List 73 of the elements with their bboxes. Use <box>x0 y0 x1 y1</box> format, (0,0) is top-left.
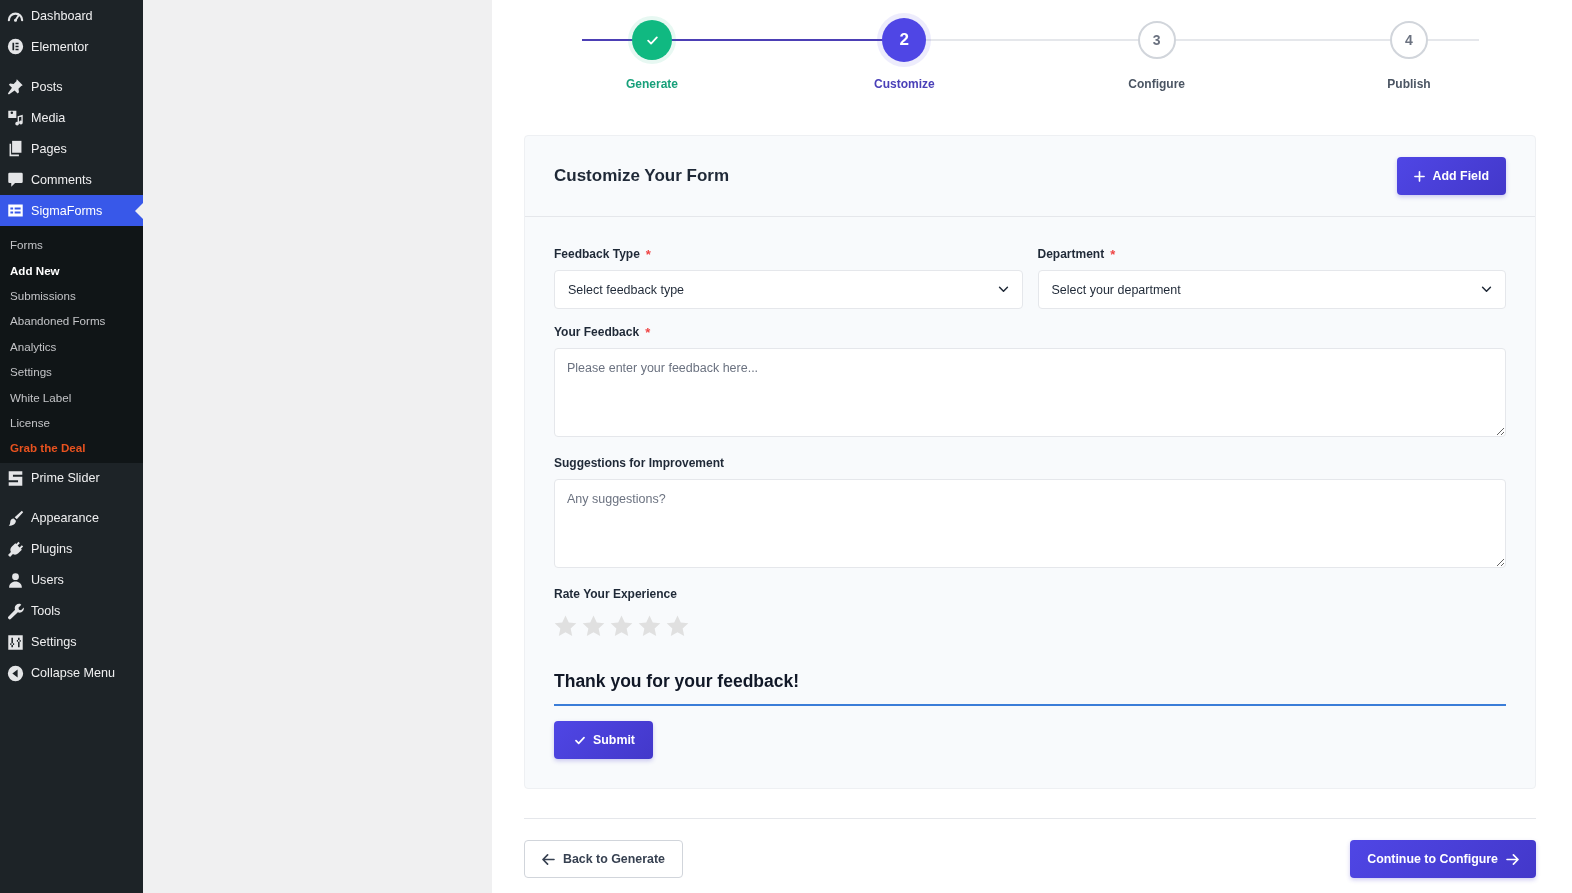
submenu-item[interactable]: Forms <box>0 232 143 258</box>
star-icon <box>610 615 633 637</box>
menu-item[interactable]: Tools <box>0 595 143 627</box>
speech-bubble-icon <box>7 171 24 188</box>
submenu-item[interactable]: Abandoned Forms <box>0 308 143 334</box>
submenu-item[interactable]: Submissions <box>0 282 143 309</box>
block-s-icon <box>7 469 24 487</box>
submenu-item[interactable]: White Label <box>0 384 143 410</box>
menu-item[interactable]: Pages <box>0 133 143 164</box>
field-label: Your Feedback <box>554 325 640 339</box>
pushpin-icon <box>7 78 24 95</box>
field-label: Department <box>1037 247 1105 261</box>
submenu-item[interactable]: License <box>0 409 143 436</box>
pointer-icon <box>135 203 143 219</box>
menu-item[interactable]: Posts <box>0 71 143 102</box>
back-button[interactable]: Back to Generate <box>524 840 683 878</box>
step-label: Configure <box>1128 76 1185 92</box>
menu-item[interactable]: Collapse Menu <box>0 657 143 689</box>
submenu-item[interactable]: Grab the Deal <box>0 435 143 461</box>
step-label: Customize <box>874 76 935 92</box>
star-icon <box>582 615 605 637</box>
arrow-right-icon <box>1506 853 1519 865</box>
menu-item[interactable]: Plugins <box>0 533 143 565</box>
star-icon <box>638 615 661 637</box>
wrench-icon <box>7 602 24 620</box>
field-label: Suggestions for Improvement <box>554 456 725 470</box>
submenu-item[interactable]: Settings <box>0 358 143 385</box>
chevron-down-icon <box>1481 286 1492 293</box>
field-label: Feedback Type <box>554 247 640 261</box>
documents-icon <box>7 140 24 157</box>
menu-item[interactable]: Media <box>0 102 143 133</box>
textarea-field[interactable]: Any suggestions? <box>554 479 1506 568</box>
step-circle: 2 <box>882 18 927 62</box>
menu-item[interactable]: Elementor <box>0 31 143 62</box>
card-title: Customize Your Form <box>554 166 730 186</box>
textarea-field[interactable]: Please enter your feedback here... <box>554 348 1506 437</box>
field-label: Rate Your Experience <box>554 587 677 601</box>
menu-item[interactable]: Appearance <box>0 502 143 534</box>
plus-icon <box>1413 170 1425 182</box>
select-field[interactable]: Select feedback type <box>554 270 1023 309</box>
step-label: Generate <box>626 76 678 92</box>
menu-item[interactable]: Users <box>0 564 143 596</box>
form-icon <box>7 202 24 219</box>
form-heading: Thank you for your feedback! <box>554 670 801 693</box>
required-mark: * <box>1110 246 1116 262</box>
select-field[interactable]: Select your department <box>1037 270 1506 309</box>
add-field-button[interactable]: Add Field <box>1396 157 1506 195</box>
submenu-item[interactable]: Analytics <box>0 333 143 359</box>
check-icon <box>575 735 585 745</box>
arrow-left-icon <box>542 853 555 865</box>
step-circle: 4 <box>1390 21 1428 59</box>
submenu-item[interactable]: Add New <box>0 257 143 283</box>
required-mark: * <box>645 246 651 262</box>
menu-item[interactable]: Comments <box>0 164 143 195</box>
menu-item[interactable]: Settings <box>0 626 143 658</box>
menu-item[interactable]: Prime Slider <box>0 462 143 494</box>
star-icon <box>554 615 577 637</box>
continue-button[interactable]: Continue to Configure <box>1350 840 1536 878</box>
menu-item[interactable]: SigmaForms <box>0 195 143 226</box>
check-icon <box>646 35 658 45</box>
star-icon <box>666 615 689 637</box>
submit-button[interactable]: Submit <box>554 721 653 759</box>
step-circle: 3 <box>1137 21 1176 59</box>
camera-note-icon <box>7 109 24 126</box>
menu-item[interactable]: Dashboard <box>0 0 143 31</box>
user-icon <box>7 571 24 589</box>
required-mark: * <box>645 324 651 340</box>
plug-icon <box>7 540 24 558</box>
star-rating[interactable] <box>554 615 689 637</box>
paintbrush-icon <box>7 509 24 527</box>
chevron-down-icon <box>997 286 1009 293</box>
sliders-icon <box>7 633 24 651</box>
step-label: Publish <box>1387 76 1431 92</box>
